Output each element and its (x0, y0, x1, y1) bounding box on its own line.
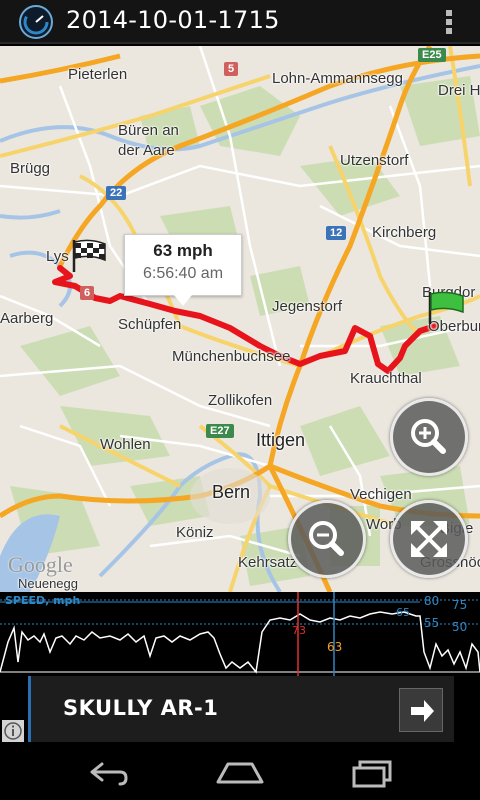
place-label: Jegenstorf (272, 298, 343, 315)
road-shield: 22 (106, 186, 127, 200)
home-icon[interactable] (210, 752, 270, 792)
road-shield: 5 (224, 62, 239, 76)
map-view[interactable]: Pieterlen Lohn-Ammannsegg Drei H Büren a… (0, 46, 480, 592)
place-label: Schüpfen (118, 316, 182, 333)
place-label: Aarberg (0, 310, 54, 327)
chart-right-label: 75 (452, 598, 468, 612)
info-icon (4, 722, 22, 740)
action-bar: 2014-10-01-1715 (0, 0, 480, 44)
road-shield: E27 (206, 424, 234, 438)
ad-banner[interactable]: SKULLY AR-1 (0, 676, 480, 744)
place-label: Brügg (10, 160, 51, 177)
place-label: Köniz (176, 524, 214, 541)
ad-arrow-button[interactable] (399, 688, 443, 732)
chart-right-label: 55 (424, 616, 440, 630)
place-label: Bern (212, 482, 251, 502)
place-label: Vechigen (350, 486, 412, 503)
chart-marker-label: 63 (327, 640, 343, 654)
place-label: Neuenegg (18, 576, 78, 591)
road-shield: E25 (418, 48, 446, 62)
place-label: Lohn-Ammannsegg (272, 70, 403, 87)
zoom-out-icon (309, 521, 344, 556)
place-label: Utzenstorf (340, 152, 409, 169)
map-attribution: Google (8, 552, 73, 577)
back-icon[interactable] (76, 752, 136, 792)
place-label: Büren an (118, 122, 179, 139)
fullscreen-icon (411, 521, 447, 557)
chart-right-label: 80 (424, 594, 440, 608)
speedometer-icon[interactable] (18, 4, 54, 40)
checkered-flag-icon (72, 239, 106, 272)
arrow-right-icon (411, 700, 434, 722)
chart-label: SPEED, mph (5, 594, 81, 607)
place-label: Drei H (438, 82, 480, 99)
place-label: Zollikofen (208, 392, 273, 409)
overflow-menu-icon[interactable] (444, 8, 454, 38)
green-flag-icon (428, 291, 464, 324)
speed-popup[interactable]: 63 mph 6:56:40 am (124, 234, 242, 296)
popup-tail (174, 295, 192, 306)
ad-title: SKULLY AR-1 (63, 696, 219, 720)
speed-chart[interactable]: SPEED, mph 80 75 55 50 73 63 65 (0, 592, 480, 676)
place-label: Pieterlen (68, 66, 128, 83)
fullscreen-button[interactable] (390, 500, 468, 578)
place-label: Lys (46, 248, 69, 265)
place-label: der Aare (118, 142, 175, 159)
place-label: Wohlen (100, 436, 151, 453)
popup-speed: 63 mph (153, 241, 213, 260)
ad-info-button[interactable] (2, 720, 24, 742)
place-label: Ittigen (256, 430, 306, 450)
place-label: Münchenbuchsee (172, 348, 291, 365)
road-shield: 12 (326, 226, 347, 240)
place-label: Kehrsatz (238, 554, 298, 571)
chart-marker-label: 65 (396, 606, 410, 619)
place-label: Krauchthal (350, 370, 422, 387)
road-shield: 6 (80, 286, 95, 300)
chart-marker-label: 73 (292, 624, 306, 637)
navigation-bar (0, 744, 480, 800)
page-title: 2014-10-01-1715 (66, 6, 280, 34)
recents-icon[interactable] (344, 752, 404, 792)
popup-time: 6:56:40 am (142, 265, 224, 282)
place-label: Kirchberg (372, 224, 437, 241)
zoom-in-button[interactable] (390, 398, 468, 476)
chart-right-label: 50 (452, 620, 468, 634)
zoom-in-icon (411, 419, 446, 454)
zoom-out-button[interactable] (288, 500, 366, 578)
ad-container[interactable]: SKULLY AR-1 (28, 676, 454, 742)
